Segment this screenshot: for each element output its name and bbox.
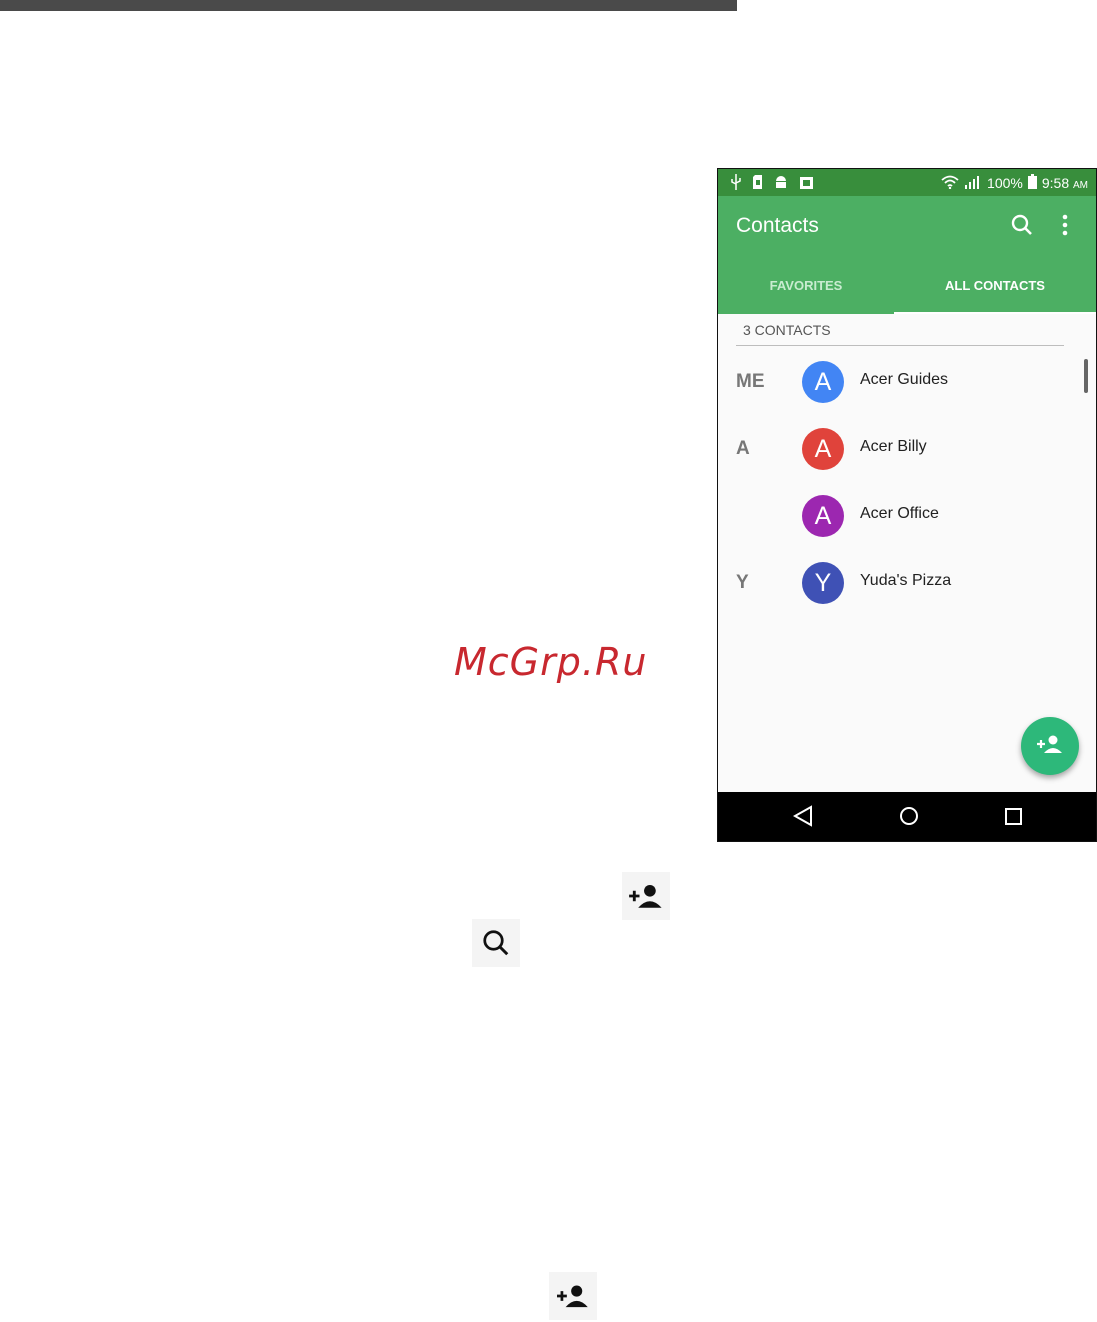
watermark: McGrp.Ru — [454, 640, 648, 684]
status-bar: 100% 9:58 AM — [718, 169, 1096, 196]
contact-name: Acer Guides — [860, 371, 949, 388]
contact-row[interactable]: Y Y Yuda's Pizza — [718, 550, 1078, 616]
scrollbar[interactable] — [1084, 359, 1088, 393]
photo-icon — [798, 174, 814, 193]
tab-favorites[interactable]: FAVORITES — [718, 274, 894, 314]
recents-icon[interactable] — [1003, 804, 1025, 833]
battery-text: 100% — [987, 175, 1023, 191]
contact-name: Acer Billy — [860, 438, 927, 455]
page-title: Contacts — [736, 214, 819, 237]
home-icon[interactable] — [897, 804, 921, 833]
app-bar: Contacts FAVORITES ALL CONTACTS — [718, 196, 1096, 314]
add-contact-button[interactable] — [1021, 717, 1079, 775]
top-dark-bar — [0, 0, 737, 11]
signal-icon — [964, 175, 982, 192]
tab-indicator — [894, 312, 1096, 314]
avatar: A — [802, 495, 844, 537]
usb-icon — [730, 174, 742, 193]
sim-icon — [752, 174, 764, 193]
contact-row[interactable]: A A Acer Billy — [718, 416, 1078, 482]
avatar: A — [802, 361, 844, 403]
contact-name: Yuda's Pizza — [860, 572, 952, 589]
search-icon — [472, 919, 520, 967]
navigation-bar — [718, 792, 1096, 841]
avatar: Y — [802, 562, 844, 604]
contact-row[interactable]: A Acer Office — [718, 483, 1078, 549]
add-contact-icon — [1037, 734, 1063, 759]
contact-row[interactable]: ME A Acer Guides — [718, 349, 1078, 415]
section-letter: A — [736, 438, 750, 459]
clock: 9:58 AM — [1041, 175, 1088, 191]
more-vert-icon[interactable] — [1060, 213, 1070, 242]
back-icon[interactable] — [792, 804, 814, 833]
avatar: A — [802, 428, 844, 470]
add-contact-icon — [549, 1272, 597, 1320]
section-letter: Y — [736, 572, 749, 593]
section-letter: ME — [736, 371, 765, 392]
tab-all-contacts[interactable]: ALL CONTACTS — [894, 274, 1096, 314]
battery-icon — [1027, 174, 1037, 192]
wifi-icon — [941, 175, 959, 192]
phone-screen: 100% 9:58 AM Contacts FAVORITES ALL CONT… — [717, 168, 1097, 842]
search-icon[interactable] — [1010, 213, 1034, 242]
contact-name: Acer Office — [860, 505, 939, 522]
android-icon — [774, 174, 788, 193]
contacts-count: 3 CONTACTS — [743, 322, 831, 338]
divider — [736, 345, 1064, 346]
add-contact-icon — [622, 872, 670, 920]
